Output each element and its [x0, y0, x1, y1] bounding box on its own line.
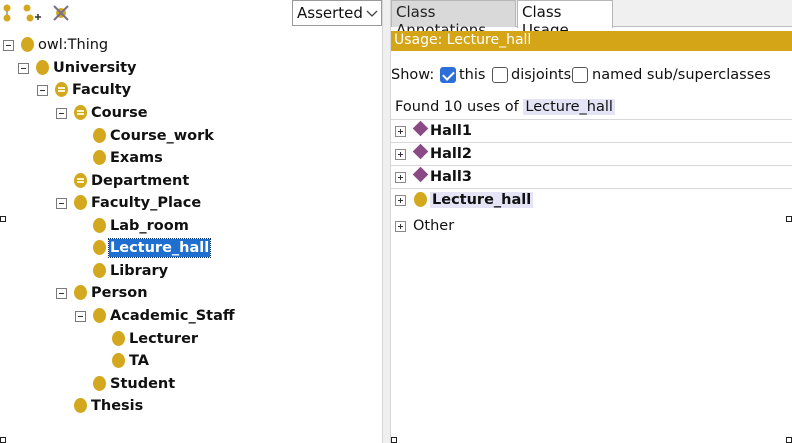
class-icon [93, 308, 106, 323]
usage-result-label: Other [413, 218, 455, 234]
class-icon [93, 128, 106, 143]
individual-diamond-icon [412, 143, 429, 160]
tree-node-label: Lecture_hall [107, 238, 212, 258]
usage-result-label: Hall1 [430, 123, 472, 139]
show-options: Show: this disjoints named sub/superclas… [391, 65, 792, 89]
class-usage-panel: Class Annotations Class Usage Usage: Lec… [391, 0, 792, 443]
usage-result-row[interactable]: Hall3 [391, 165, 792, 189]
class-icon [93, 240, 106, 255]
found-prefix: Found 10 uses of [395, 99, 519, 115]
expand-plus-icon[interactable] [395, 149, 406, 160]
found-class: Lecture_hall [523, 99, 615, 115]
resize-handle[interactable] [0, 216, 6, 222]
defined-class-icon [55, 82, 68, 97]
tree-node-label: Lab_room [110, 218, 189, 234]
tree-node-label: Lecturer [129, 331, 199, 347]
disjoints-checkbox[interactable] [492, 67, 508, 83]
tree-node-label: Exams [110, 150, 163, 166]
tree-node-label: Course_work [110, 128, 214, 144]
class-icon [93, 263, 106, 278]
usage-header: Usage: Lecture_hall [391, 31, 792, 51]
collapse-toggle-icon[interactable] [56, 288, 67, 299]
hierarchy-view-select[interactable]: Asserted [292, 0, 382, 26]
resize-handle[interactable] [391, 437, 397, 443]
add-sibling-icon[interactable] [22, 3, 42, 23]
expand-plus-icon[interactable] [395, 195, 406, 206]
tree-node-label: Student [110, 376, 176, 392]
view-select-value: Asserted [297, 4, 363, 22]
tree-node-label: Faculty [72, 82, 132, 98]
tab-class-annotations[interactable]: Class Annotations [391, 0, 516, 39]
class-icon [93, 376, 106, 391]
class-hierarchy-panel: Asserted owl:Thing University Faculty Cours… [0, 0, 382, 443]
pane-splitter[interactable] [382, 0, 391, 443]
resize-handle[interactable] [786, 216, 792, 222]
tree-node-label: Academic_Staff [110, 308, 235, 324]
usage-result-row[interactable]: Lecture_hall [391, 188, 792, 212]
disjoints-label: disjoints [511, 67, 572, 83]
named-sub-superclasses-label: named sub/superclasses [592, 67, 771, 83]
named-sub-superclasses-checkbox[interactable] [572, 67, 588, 83]
individual-diamond-icon [412, 166, 429, 183]
expand-plus-icon[interactable] [395, 126, 406, 137]
collapse-toggle-icon[interactable] [56, 108, 67, 119]
tree-node-label: Library [110, 263, 169, 279]
class-icon [74, 398, 87, 413]
class-icon [93, 218, 106, 233]
expand-plus-icon[interactable] [395, 221, 406, 232]
individual-diamond-icon [412, 120, 429, 137]
defined-class-icon [74, 105, 87, 120]
tree-node-label: Thesis [91, 398, 144, 414]
class-icon [112, 353, 125, 368]
class-icon [93, 150, 106, 165]
tree-node-label: TA [129, 353, 149, 369]
expand-plus-icon[interactable] [395, 172, 406, 183]
class-icon [36, 60, 49, 75]
tree-node-label: owl:Thing [38, 37, 109, 53]
collapse-toggle-icon[interactable] [37, 85, 48, 96]
collapse-toggle-icon[interactable] [3, 40, 14, 51]
tab-class-usage[interactable]: Class Usage [517, 0, 613, 39]
class-icon [21, 37, 34, 52]
tree-node-label: Faculty_Place [91, 195, 202, 211]
usage-result-row[interactable]: Other [391, 215, 792, 239]
collapse-toggle-icon[interactable] [18, 63, 29, 74]
class-icon [74, 285, 87, 300]
add-subclass-icon[interactable] [2, 3, 22, 23]
usage-result-row[interactable]: Hall2 [391, 142, 792, 166]
usage-result-row[interactable]: Hall1 [391, 119, 792, 143]
class-icon [414, 192, 427, 207]
delete-class-icon[interactable] [51, 3, 71, 23]
tree-node-label: University [53, 60, 137, 76]
chevron-down-icon [366, 10, 378, 17]
this-label: this [459, 67, 486, 83]
resize-handle[interactable] [0, 437, 6, 443]
found-summary: Found 10 uses of Lecture_hall [395, 99, 615, 115]
this-checkbox[interactable] [440, 67, 456, 83]
usage-result-label: Hall2 [430, 146, 472, 162]
tree-node-label: Person [91, 285, 148, 301]
tree-node-label: Department [91, 173, 190, 189]
usage-result-label: Hall3 [430, 169, 472, 185]
collapse-toggle-icon[interactable] [56, 198, 67, 209]
show-label: Show: [391, 67, 435, 83]
class-icon [74, 195, 87, 210]
class-icon [112, 331, 125, 346]
hierarchy-toolbar: Asserted [0, 0, 382, 28]
collapse-toggle-icon[interactable] [75, 311, 86, 322]
tree-node-label: Course [91, 105, 148, 121]
resize-handle[interactable] [786, 437, 792, 443]
view-tabs: Class Annotations Class Usage [391, 0, 792, 39]
usage-result-label: Lecture_hall [430, 192, 534, 208]
defined-class-icon [74, 173, 87, 188]
